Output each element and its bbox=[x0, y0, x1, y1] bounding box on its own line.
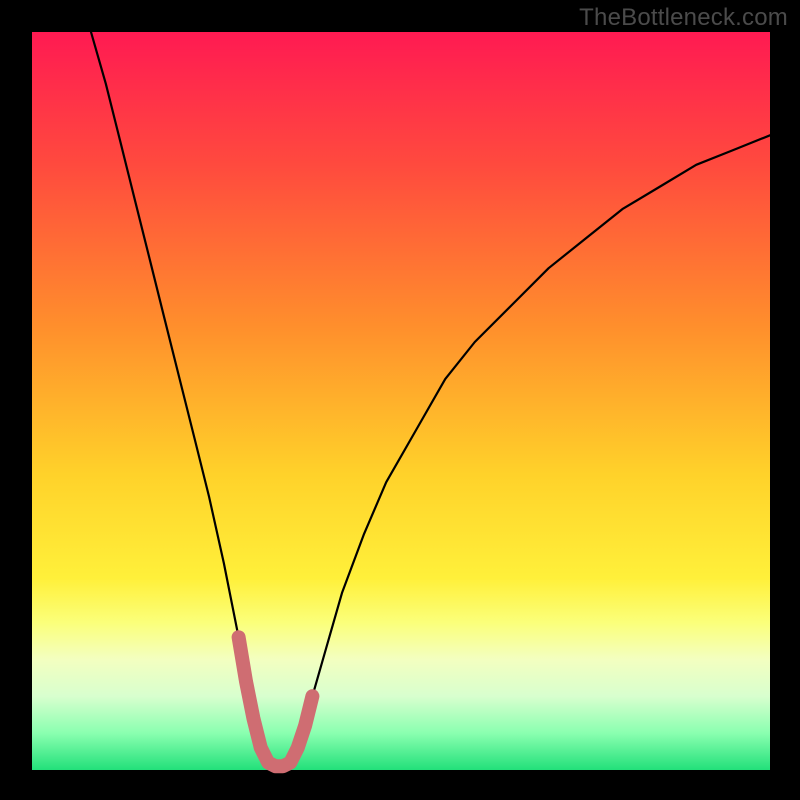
bottleneck-curve bbox=[91, 32, 770, 766]
curve-tail-highlight bbox=[239, 637, 313, 766]
plot-area bbox=[32, 32, 770, 770]
curve-svg bbox=[32, 32, 770, 770]
chart-frame: TheBottleneck.com bbox=[0, 0, 800, 800]
watermark-text: TheBottleneck.com bbox=[579, 4, 788, 32]
